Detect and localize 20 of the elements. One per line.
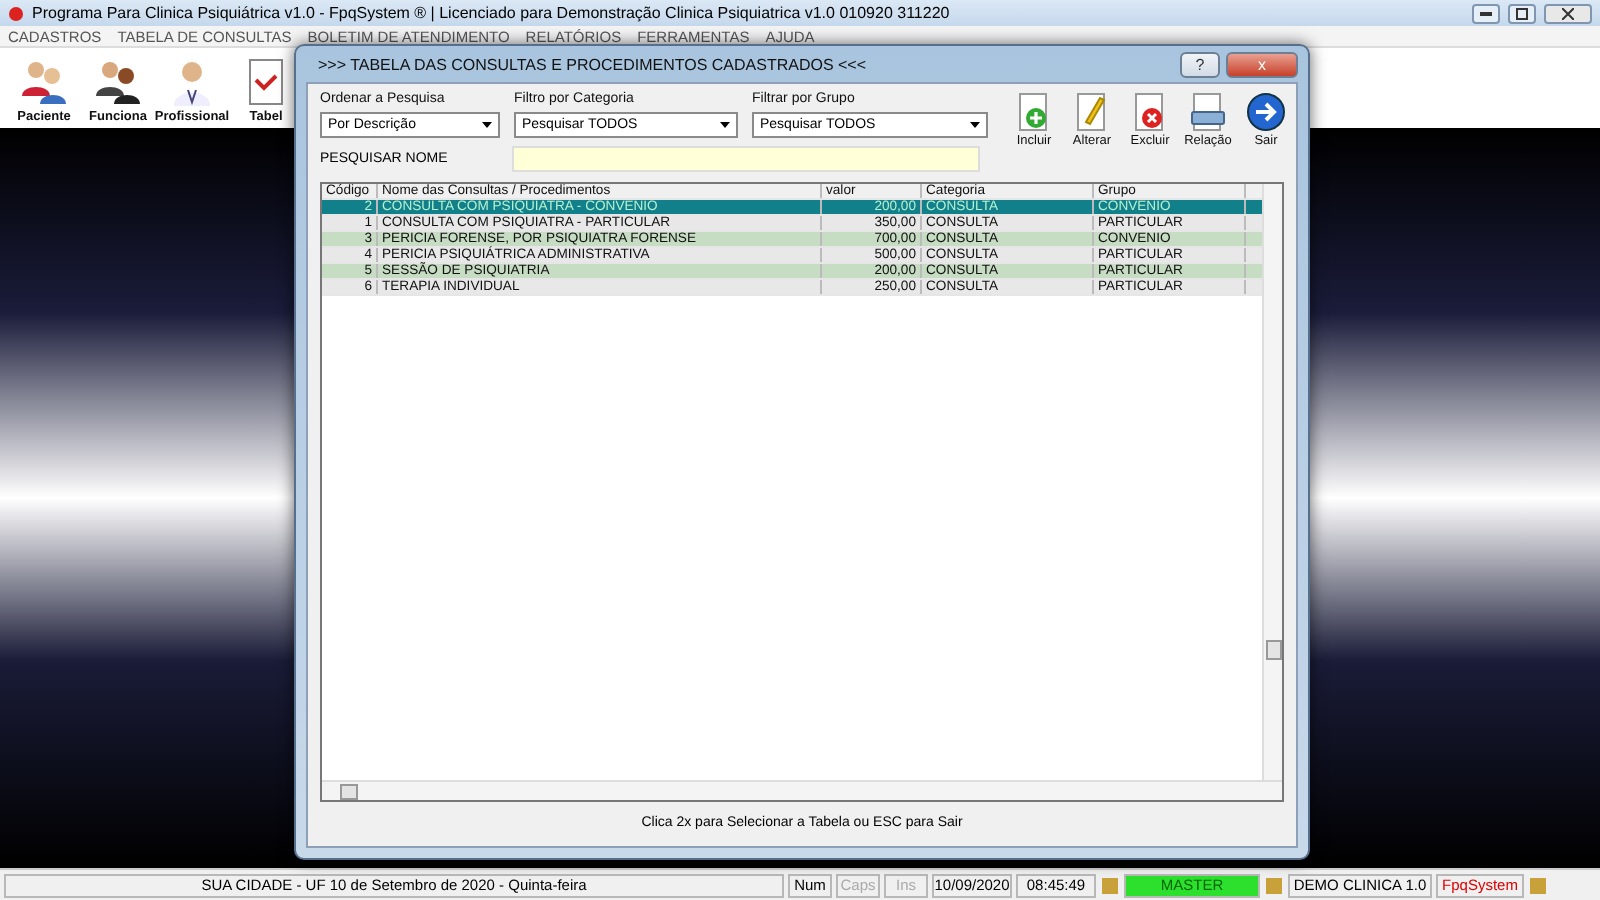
search-field[interactable] (512, 146, 980, 172)
vertical-scrollbar[interactable] (1262, 184, 1282, 780)
horizontal-scrollbar[interactable] (322, 780, 1282, 800)
app-logo-icon (8, 5, 24, 21)
window-title: Programa Para Clinica Psiquiátrica v1.0 - FpqSystem ® | Licenciado para Demonstração Clinica Psiquiatrica v1.0 010920 311220 (32, 4, 952, 22)
people-icon (18, 56, 70, 108)
close-icon (1562, 7, 1574, 19)
status-icon (1100, 875, 1120, 895)
maximize-button[interactable] (1508, 3, 1536, 23)
help-button[interactable]: ? (1180, 51, 1220, 77)
dialog-title: >>> TABELA DAS CONSULTAS E PROCEDIMENTOS CADASTRADOS <<< (316, 55, 869, 73)
close-button[interactable] (1544, 3, 1592, 23)
minimize-button[interactable] (1472, 3, 1500, 23)
people-icon (92, 56, 144, 108)
status-icon (1264, 875, 1284, 895)
status-icon (1528, 875, 1548, 895)
minimize-icon (1480, 11, 1492, 15)
printer-icon (1188, 92, 1228, 132)
document-icon (246, 56, 286, 108)
maximize-icon (1516, 7, 1528, 19)
